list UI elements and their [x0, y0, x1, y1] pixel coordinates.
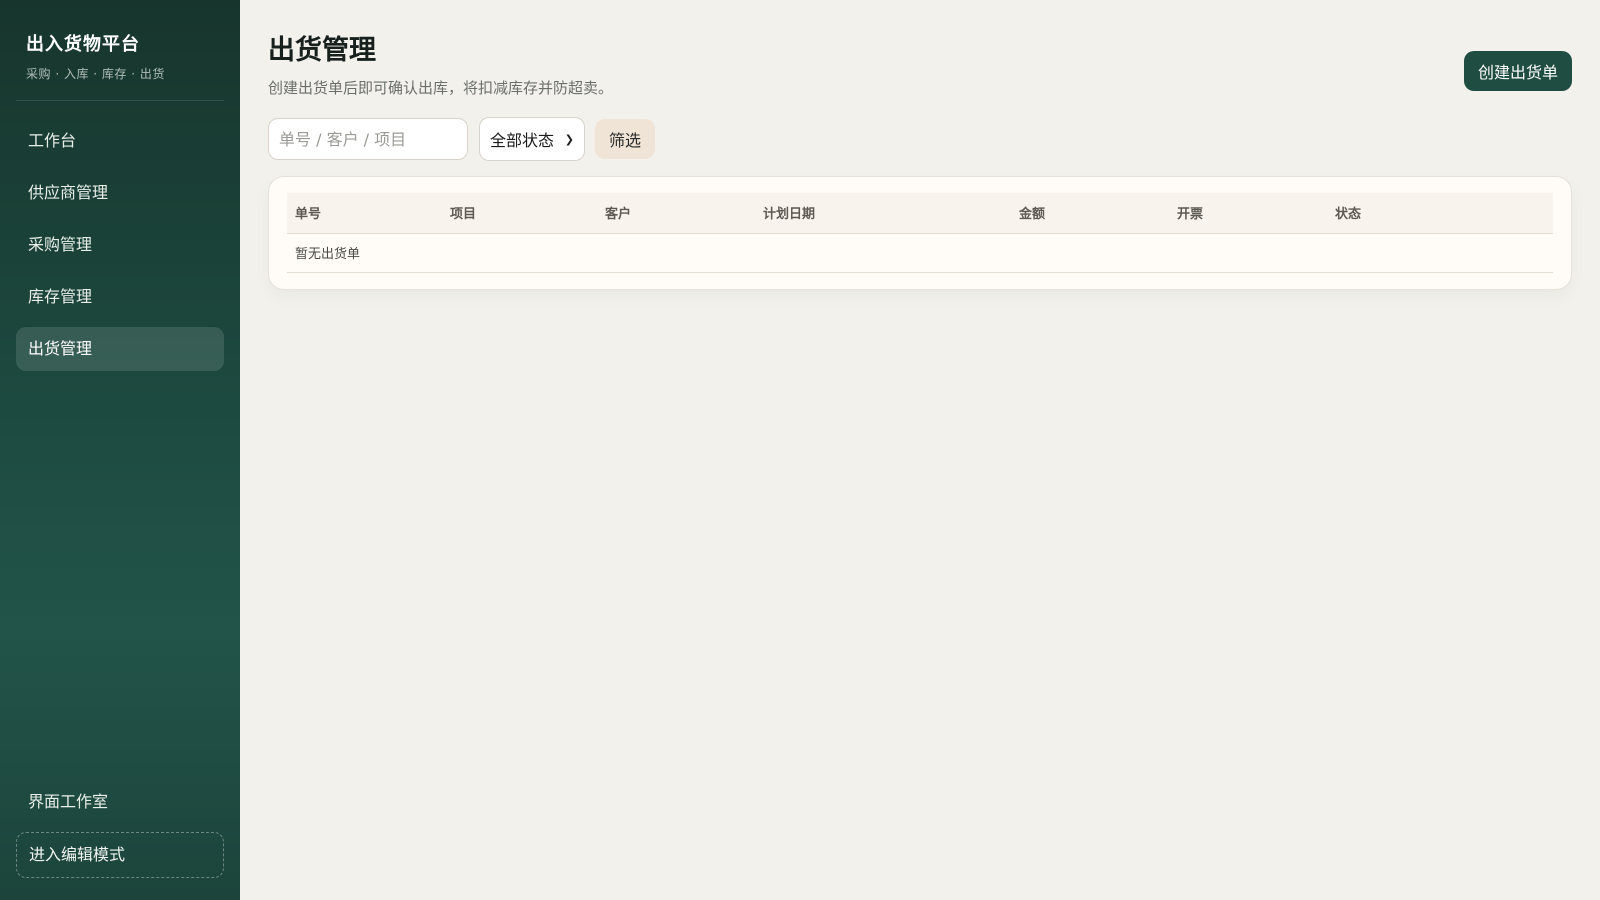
shipment-table-card: 单号 项目 客户 计划日期 金额 开票 状态 暂无出货单	[268, 176, 1572, 290]
sidebar-item-shipping[interactable]: 出货管理	[16, 327, 224, 371]
brand-title: 出入货物平台	[26, 34, 140, 55]
filter-bar: 全部状态 ❯ 筛选	[268, 117, 1572, 161]
column-header-project[interactable]: 项目	[442, 193, 597, 234]
column-header-status[interactable]: 状态	[1327, 193, 1553, 234]
empty-state-text: 暂无出货单	[287, 233, 1553, 273]
status-select[interactable]: 全部状态 ❯	[479, 117, 585, 161]
page-title: 出货管理	[268, 35, 376, 66]
page-description: 创建出货单后即可确认出库，将扣减库存并防超卖。	[268, 79, 614, 97]
chevron-down-icon: ❯	[564, 132, 574, 146]
sidebar: 出入货物平台 采购 · 入库 · 库存 · 出货 工作台 供应商管理 采购管理 …	[0, 0, 240, 900]
column-header-customer[interactable]: 客户	[597, 193, 755, 234]
sidebar-bottom: 界面工作室 进入编辑模式	[16, 780, 224, 878]
sidebar-nav: 工作台 供应商管理 采购管理 库存管理 出货管理	[16, 119, 224, 371]
create-shipment-button[interactable]: 创建出货单	[1463, 51, 1572, 91]
app-root: 出入货物平台 采购 · 入库 · 库存 · 出货 工作台 供应商管理 采购管理 …	[0, 0, 1600, 900]
sidebar-item-purchasing[interactable]: 采购管理	[16, 223, 224, 267]
search-input[interactable]	[268, 118, 468, 160]
table-header-row: 单号 项目 客户 计划日期 金额 开票 状态	[287, 193, 1553, 234]
column-header-planned-date[interactable]: 计划日期	[755, 193, 1011, 234]
sidebar-item-ui-studio[interactable]: 界面工作室	[16, 780, 224, 824]
table-row: 暂无出货单	[287, 233, 1553, 273]
column-header-amount[interactable]: 金额	[1011, 193, 1169, 234]
shipment-table: 单号 项目 客户 计划日期 金额 开票 状态 暂无出货单	[287, 193, 1553, 273]
main-content: 出货管理 创建出货单后即可确认出库，将扣减库存并防超卖。 创建出货单 全部状态 …	[240, 0, 1600, 900]
brand: 出入货物平台 采购 · 入库 · 库存 · 出货	[16, 0, 224, 101]
sidebar-item-suppliers[interactable]: 供应商管理	[16, 171, 224, 215]
column-header-order-no[interactable]: 单号	[287, 193, 442, 234]
brand-subtitle: 采购 · 入库 · 库存 · 出货	[26, 67, 165, 81]
status-select-value: 全部状态	[490, 131, 555, 150]
edit-mode-button[interactable]: 进入编辑模式	[16, 832, 224, 878]
page-header: 出货管理 创建出货单后即可确认出库，将扣减库存并防超卖。 创建出货单	[268, 26, 1572, 98]
header-text: 出货管理 创建出货单后即可确认出库，将扣减库存并防超卖。	[268, 26, 613, 98]
sidebar-item-inventory[interactable]: 库存管理	[16, 275, 224, 319]
column-header-invoice[interactable]: 开票	[1169, 193, 1327, 234]
filter-button[interactable]: 筛选	[595, 119, 656, 159]
sidebar-item-workbench[interactable]: 工作台	[16, 119, 224, 163]
